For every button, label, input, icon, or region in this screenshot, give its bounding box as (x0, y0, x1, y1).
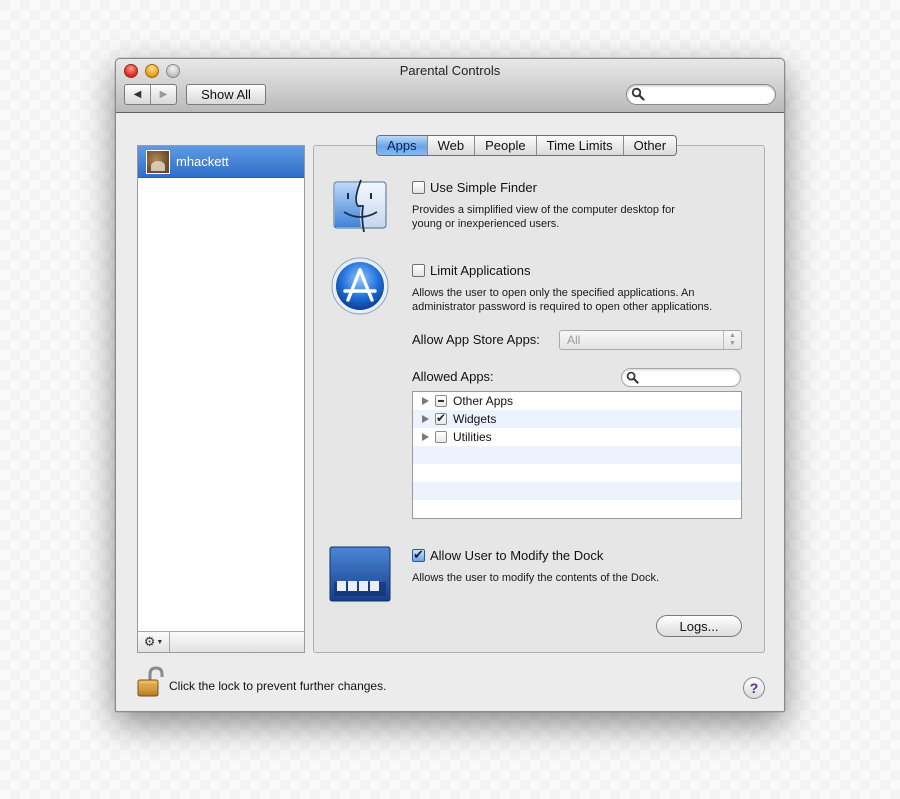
widgets-checkbox[interactable] (435, 411, 447, 425)
list-empty-row (413, 464, 741, 482)
allowed-apps-search-input[interactable] (642, 371, 736, 385)
allow-app-store-label: Allow App Store Apps: (412, 332, 540, 347)
list-item-label: Other Apps (453, 394, 514, 408)
limit-applications-description: Allows the user to open only the specifi… (412, 287, 713, 313)
disclosure-triangle-icon[interactable] (422, 415, 429, 423)
list-item-label: Utilities (453, 430, 492, 444)
unlocked-padlock-icon[interactable] (136, 666, 166, 698)
tab-other[interactable]: Other (622, 136, 677, 155)
tab-people[interactable]: People (474, 136, 535, 155)
tab-time-limits[interactable]: Time Limits (535, 136, 623, 155)
list-item-widgets[interactable]: Widgets (413, 410, 741, 428)
logs-button[interactable]: Logs... (656, 615, 742, 637)
search-icon (631, 87, 645, 101)
tab-apps[interactable]: Apps (377, 136, 427, 155)
list-item-label: Widgets (453, 412, 497, 426)
limit-applications-label[interactable]: Limit Applications (430, 263, 530, 278)
user-name: mhackett (176, 154, 229, 169)
list-item-other-apps[interactable]: Other Apps (413, 392, 741, 410)
preferences-search-input[interactable] (647, 87, 771, 102)
user-list-item[interactable]: mhackett (138, 146, 304, 178)
limit-applications-checkbox[interactable] (412, 264, 425, 277)
title-bar: Parental Controls ◀ ▶ Show All (116, 59, 784, 113)
modify-dock-description: Allows the user to modify the contents o… (412, 572, 660, 584)
list-item-utilities[interactable]: Utilities (413, 428, 741, 446)
show-all-button[interactable]: Show All (186, 84, 266, 105)
chevron-down-icon: ▼ (156, 638, 164, 646)
back-button[interactable]: ◀ (125, 85, 150, 104)
window-title: Parental Controls (399, 63, 501, 78)
disclosure-triangle-icon[interactable] (422, 397, 429, 405)
allowed-apps-label: Allowed Apps: (412, 369, 494, 384)
list-empty-row (413, 446, 741, 464)
allowed-apps-list: Other Apps Widgets Utilities (412, 391, 742, 519)
app-store-icon (331, 257, 389, 315)
select-arrows-icon: ▲ ▼ (723, 331, 741, 349)
other-apps-checkbox[interactable] (435, 395, 447, 407)
gear-icon: ⚙ (143, 634, 156, 649)
history-navigation: ◀ ▶ (124, 84, 177, 105)
lock-status-text: Click the lock to prevent further change… (169, 679, 387, 693)
forward-button[interactable]: ▶ (150, 85, 176, 104)
user-avatar (146, 149, 170, 174)
use-simple-finder-label[interactable]: Use Simple Finder (430, 180, 537, 195)
utilities-checkbox[interactable] (435, 431, 447, 443)
apps-panel: Use Simple Finder Provides a simplified … (313, 145, 765, 653)
action-menu-button[interactable]: ⚙ ▼ (138, 632, 170, 652)
dock-icon (329, 546, 391, 602)
help-button[interactable]: ? (743, 677, 765, 699)
simple-finder-description: Provides a simplified view of the comput… (412, 204, 675, 230)
allowed-apps-search-field[interactable] (621, 368, 741, 387)
allow-modify-dock-label[interactable]: Allow User to Modify the Dock (430, 548, 603, 563)
allow-app-store-select[interactable]: All ▲ ▼ (559, 330, 742, 350)
parental-controls-window: Parental Controls ◀ ▶ Show All mhackett … (115, 58, 785, 712)
user-list-toolbar: ⚙ ▼ (138, 631, 304, 652)
finder-icon (333, 179, 387, 233)
preferences-search-field[interactable] (626, 84, 776, 105)
search-icon (626, 371, 639, 384)
list-empty-row (413, 500, 741, 518)
tab-bar: Apps Web People Time Limits Other (376, 135, 678, 156)
disclosure-triangle-icon[interactable] (422, 433, 429, 441)
use-simple-finder-checkbox[interactable] (412, 181, 425, 194)
allow-modify-dock-checkbox[interactable] (412, 547, 425, 563)
tab-web[interactable]: Web (426, 136, 475, 155)
user-list: mhackett ⚙ ▼ (137, 145, 305, 653)
list-empty-row (413, 482, 741, 500)
allow-app-store-value: All (567, 333, 581, 347)
